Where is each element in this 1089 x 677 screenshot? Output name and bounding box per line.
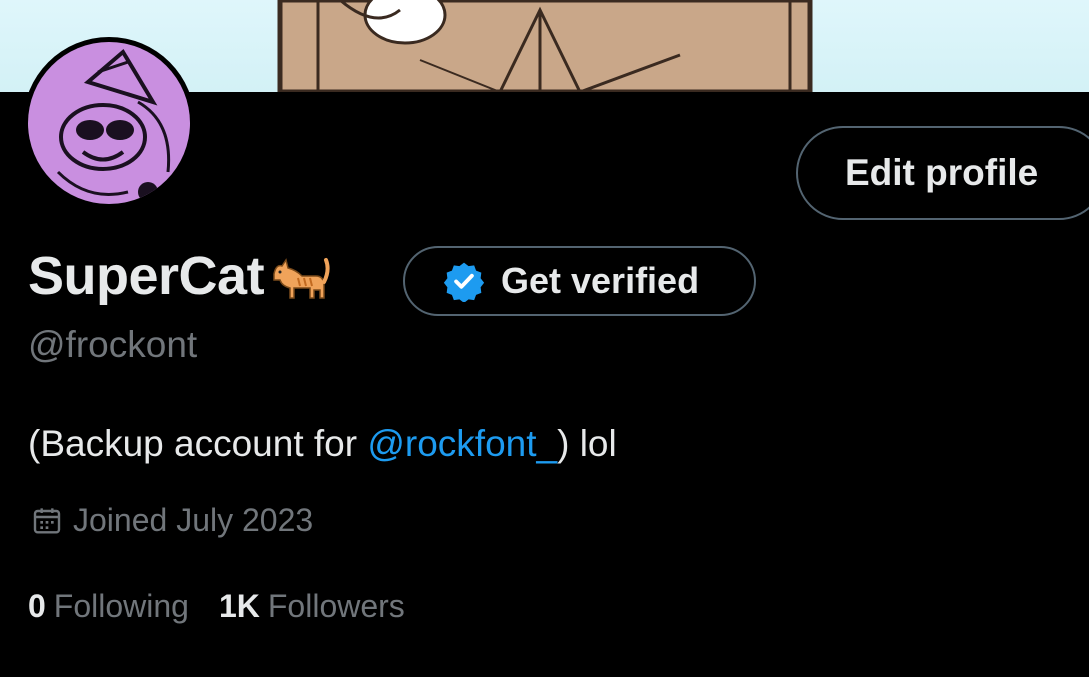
follow-stats: 0 Following 1K Followers <box>28 588 435 625</box>
profile-name-row: SuperCat <box>28 242 330 310</box>
profile-bio: (Backup account for @rockfont_) lol <box>28 423 617 465</box>
cat-emoji-icon <box>273 258 330 299</box>
avatar-image <box>28 42 190 204</box>
get-verified-button[interactable]: Get verified <box>403 246 756 316</box>
display-name: SuperCat <box>28 246 265 306</box>
profile-handle: @frockont <box>28 324 198 365</box>
following-count: 0 <box>28 588 46 624</box>
verified-badge-icon <box>443 262 485 302</box>
profile-avatar[interactable] <box>23 37 195 209</box>
bio-text-suffix: ) lol <box>557 423 617 464</box>
joined-date-text: Joined July 2023 <box>73 502 314 538</box>
following-label: Following <box>53 588 189 624</box>
followers-stat-link[interactable]: 1K Followers <box>219 588 405 625</box>
get-verified-label: Get verified <box>501 260 700 301</box>
followers-label: Followers <box>267 588 405 624</box>
edit-profile-button[interactable]: Edit profile <box>796 126 1089 220</box>
bio-text-prefix: (Backup account for <box>28 423 368 464</box>
following-stat-link[interactable]: 0 Following <box>28 588 189 625</box>
calendar-icon <box>33 507 61 534</box>
bio-mention-link[interactable]: @rockfont_ <box>367 423 557 464</box>
followers-count: 1K <box>218 588 260 624</box>
joined-date: Joined July 2023 <box>31 502 313 539</box>
